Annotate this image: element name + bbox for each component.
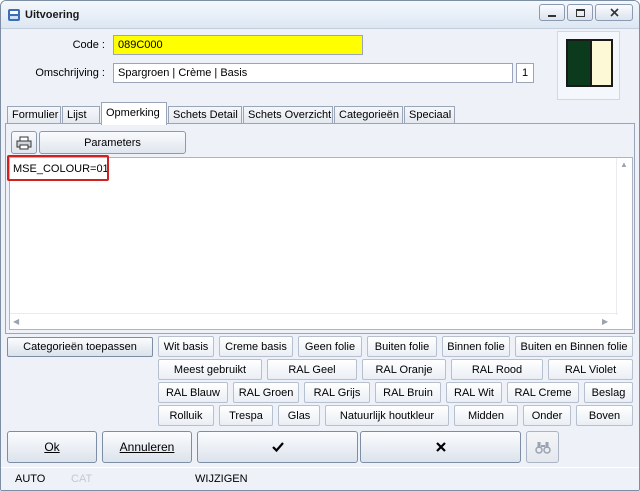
x-icon [435, 442, 446, 452]
close-icon [609, 8, 619, 17]
close-button[interactable] [595, 4, 633, 21]
apply-categories-button[interactable]: Categorieën toepassen [7, 337, 153, 357]
category-wit-basis[interactable]: Wit basis [158, 336, 214, 357]
category-ral-grijs[interactable]: RAL Grijs [304, 382, 370, 403]
window-title: Uitvoering [25, 9, 80, 21]
binoculars-icon [534, 441, 551, 454]
category-ral-rood[interactable]: RAL Rood [451, 359, 543, 380]
category-ral-oranje[interactable]: RAL Oranje [362, 359, 446, 380]
swatch-right [590, 41, 611, 85]
category-natuurlijk-houtkleur[interactable]: Natuurlijk houtkleur [325, 405, 449, 426]
code-label: Code : [72, 39, 105, 51]
category-glas[interactable]: Glas [278, 405, 320, 426]
reject-button[interactable] [360, 431, 521, 463]
category-ral-wit[interactable]: RAL Wit [446, 382, 502, 403]
category-geen-folie[interactable]: Geen folie [298, 336, 362, 357]
category-beslag[interactable]: Beslag [584, 382, 633, 403]
maximize-button[interactable] [567, 4, 593, 21]
minimize-button[interactable] [539, 4, 565, 21]
print-button[interactable] [11, 131, 37, 154]
status-bar: AUTO CAT WIJZIGEN [1, 467, 639, 490]
scroll-left-icon: ◀ [13, 317, 20, 326]
omschrijving-label: Omschrijving : [35, 67, 105, 79]
tab-schets-overzicht[interactable]: Schets Overzicht [243, 106, 333, 124]
scroll-right-icon: ▶ [602, 317, 609, 326]
category-binnen-folie[interactable]: Binnen folie [442, 336, 510, 357]
omschrijving-field[interactable]: Spargroen | Crème | Basis [113, 63, 513, 83]
status-action: WIJZIGEN [195, 473, 248, 485]
category-midden[interactable]: Midden [454, 405, 518, 426]
printer-icon [16, 136, 32, 149]
parameters-button[interactable]: Parameters [39, 131, 186, 154]
tab-opmerking[interactable]: Opmerking [101, 102, 167, 125]
tab-lijst[interactable]: Lijst [62, 106, 100, 124]
tab-categorieen[interactable]: Categorieën [334, 106, 403, 124]
category-trespa[interactable]: Trespa [219, 405, 273, 426]
category-ral-groen[interactable]: RAL Groen [233, 382, 299, 403]
category-ral-geel[interactable]: RAL Geel [267, 359, 357, 380]
search-button[interactable] [526, 431, 559, 463]
confirm-button[interactable] [197, 431, 358, 463]
minimize-icon [548, 14, 556, 17]
category-ral-creme[interactable]: RAL Creme [507, 382, 579, 403]
maximize-icon [575, 8, 585, 17]
category-ral-violet[interactable]: RAL Violet [548, 359, 633, 380]
category-onder[interactable]: Onder [523, 405, 571, 426]
category-buiten-binnen-folie[interactable]: Buiten en Binnen folie [515, 336, 633, 357]
category-ral-blauw[interactable]: RAL Blauw [158, 382, 228, 403]
category-rolluik[interactable]: Rolluik [158, 405, 214, 426]
swatch-left [568, 41, 590, 85]
color-swatch [566, 39, 613, 87]
horizontal-scrollbar[interactable]: ◀ ▶ [10, 313, 618, 329]
code-field[interactable]: 089C000 [113, 35, 363, 55]
cancel-button[interactable]: Annuleren [102, 431, 192, 463]
vertical-scrollbar[interactable]: ▲ [616, 158, 632, 315]
app-icon [8, 9, 20, 21]
title-bar[interactable]: Uitvoering [1, 1, 639, 29]
category-creme-basis[interactable]: Creme basis [219, 336, 293, 357]
category-ral-bruin[interactable]: RAL Bruin [375, 382, 441, 403]
category-meest-gebruikt[interactable]: Meest gebruikt [158, 359, 262, 380]
counter-field: 1 [516, 63, 534, 83]
category-buiten-folie[interactable]: Buiten folie [367, 336, 437, 357]
category-boven[interactable]: Boven [576, 405, 633, 426]
ok-label: Ok [44, 440, 60, 454]
cancel-label: Annuleren [119, 440, 175, 454]
tab-speciaal[interactable]: Speciaal [404, 106, 455, 124]
checkmark-icon [271, 442, 284, 452]
dialog-window: Uitvoering Code : 089C000 Omschrijving :… [0, 0, 640, 491]
status-cat: CAT [71, 473, 93, 485]
remarks-editor[interactable]: MSE_COLOUR=01 ▲ ◀ ▶ [9, 157, 633, 330]
color-preview [557, 31, 620, 100]
tab-schets-detail[interactable]: Schets Detail [168, 106, 242, 124]
ok-button[interactable]: Ok [7, 431, 97, 463]
status-mode: AUTO [15, 473, 46, 485]
scroll-up-icon: ▲ [620, 160, 628, 169]
tab-formulier[interactable]: Formulier [7, 106, 61, 124]
highlight-box [7, 155, 109, 181]
